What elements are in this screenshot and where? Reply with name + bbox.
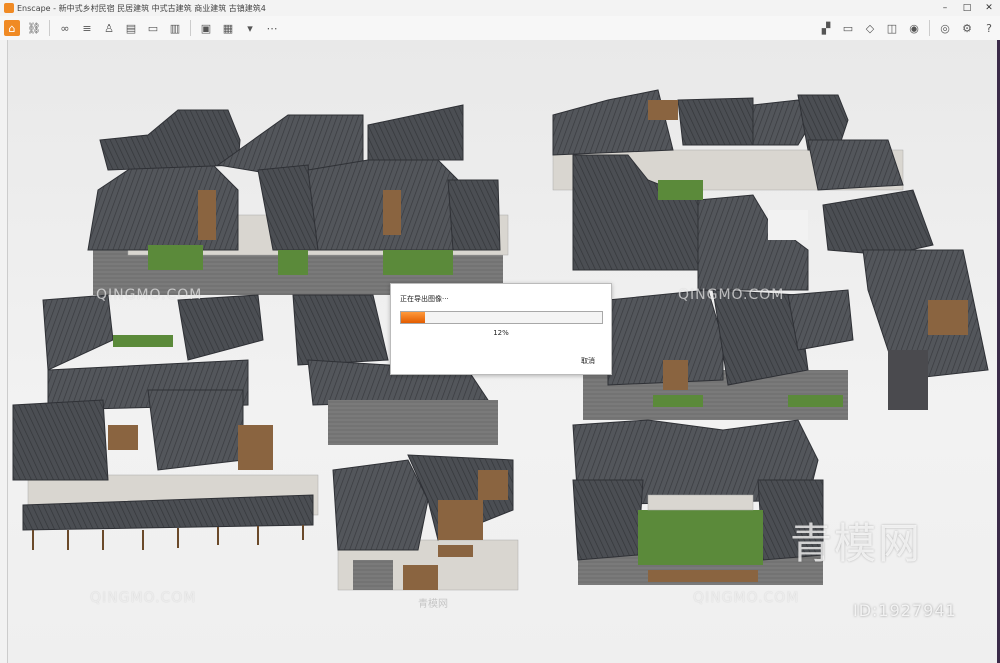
enscape-logo-icon xyxy=(4,3,14,13)
eye-icon[interactable]: ◎ xyxy=(937,20,953,36)
building-group-middle-right xyxy=(583,289,854,420)
toolbar-separator xyxy=(929,20,930,36)
building-group-bottom-center xyxy=(332,454,519,591)
watermark-text: QINGMO.COM xyxy=(96,287,203,303)
screenshot-icon[interactable]: ▣ xyxy=(198,20,214,36)
window-title: Enscape - 新中式乡村民宿 民居建筑 中式古建筑 商业建筑 古镇建筑4 xyxy=(17,3,266,13)
progress-percent: 12% xyxy=(493,329,509,337)
window-titlebar: Enscape - 新中式乡村民宿 民居建筑 中式古建筑 商业建筑 古镇建筑4 … xyxy=(0,0,1000,16)
cancel-button[interactable]: 取消 xyxy=(581,356,595,366)
watermark-text: QINGMO.COM xyxy=(678,287,785,303)
monitor-icon[interactable]: ▭ xyxy=(840,20,856,36)
binoculars-icon[interactable]: ∞ xyxy=(57,20,73,36)
watermark-id: ID:1927941 xyxy=(853,601,957,620)
dialog-title: 正在导出图像··· xyxy=(400,295,449,303)
export-icon[interactable]: ▾ xyxy=(242,20,258,36)
panorama-icon[interactable]: ◫ xyxy=(884,20,900,36)
building-group-top-left xyxy=(87,104,509,295)
link-icon[interactable]: ⛓ xyxy=(26,20,42,36)
cube-icon[interactable]: ◇ xyxy=(862,20,878,36)
person-icon[interactable]: ♙ xyxy=(101,20,117,36)
vr-headset-icon[interactable]: ◉ xyxy=(906,20,922,36)
sliders-icon[interactable]: ≡ xyxy=(79,20,95,36)
toolbar-separator xyxy=(190,20,191,36)
watermark-text: QINGMO.COM xyxy=(90,590,197,606)
minimize-button[interactable]: – xyxy=(934,3,956,13)
home-icon[interactable]: ⌂ xyxy=(4,20,20,36)
main-toolbar: ⌂ ⛓ ∞ ≡ ♙ ▤ ▭ ▥ ▣ ▦ ▾ ⋯ ▞ ▭ ◇ ◫ ◉ ◎ ⚙ ? xyxy=(0,16,1000,41)
left-gutter xyxy=(0,40,8,663)
progress-bar-fill xyxy=(401,312,426,323)
close-button[interactable]: ✕ xyxy=(978,3,1000,13)
toolbar-separator xyxy=(49,20,50,36)
help-icon[interactable]: ? xyxy=(981,20,997,36)
batch-render-icon[interactable]: ▦ xyxy=(220,20,236,36)
clapboard-icon[interactable]: ▥ xyxy=(167,20,183,36)
map-icon[interactable]: ▞ xyxy=(818,20,834,36)
pdf-icon[interactable]: ▤ xyxy=(123,20,139,36)
watermark-text-small: 青模网 xyxy=(418,599,448,610)
settings-icon[interactable]: ⚙ xyxy=(959,20,975,36)
file-icon[interactable]: ▭ xyxy=(145,20,161,36)
progress-bar xyxy=(400,311,603,324)
watermark-text: QINGMO.COM xyxy=(693,590,800,606)
more-icon[interactable]: ⋯ xyxy=(264,20,280,36)
export-progress-dialog: 正在导出图像··· 12% 取消 xyxy=(390,283,612,375)
watermark-logo-text: 青模网 xyxy=(790,519,923,568)
building-group-bottom-right xyxy=(572,419,824,585)
maximize-button[interactable]: □ xyxy=(956,3,978,13)
